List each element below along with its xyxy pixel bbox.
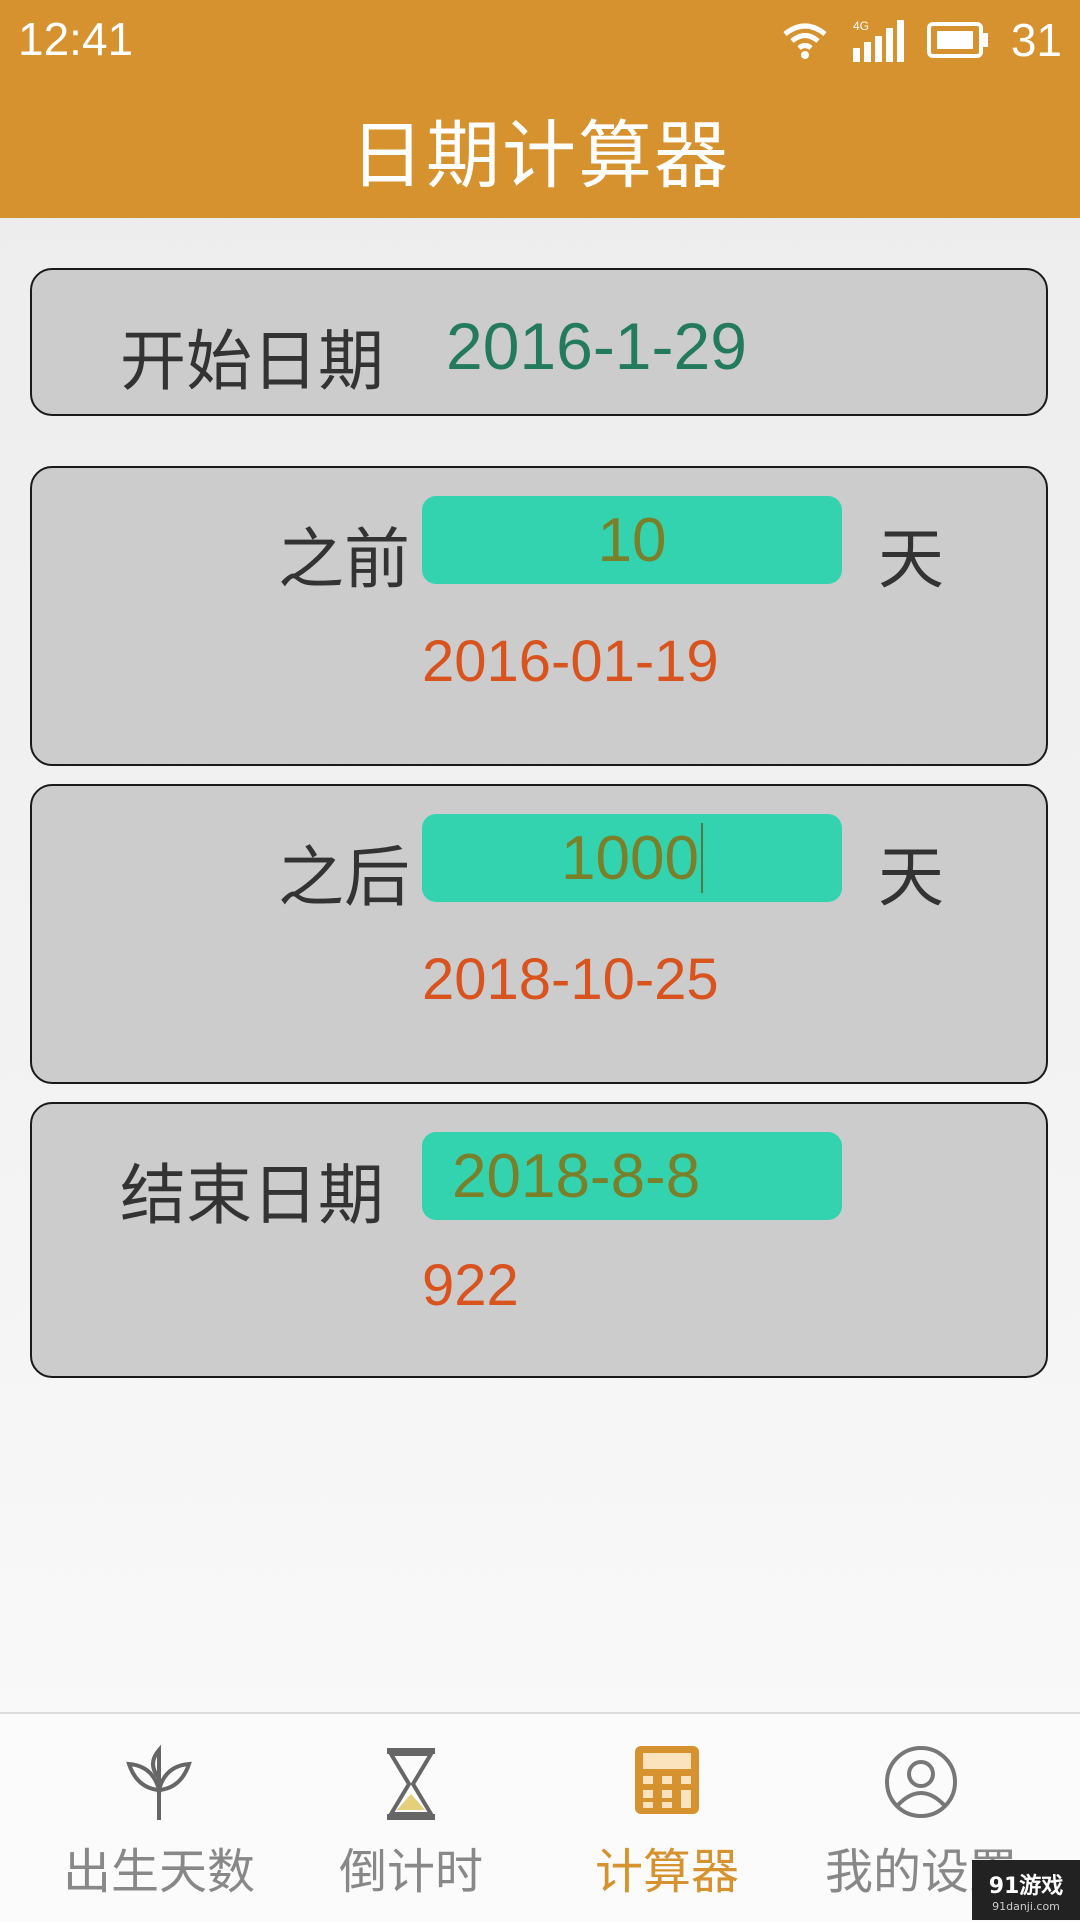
wifi-icon bbox=[783, 23, 827, 59]
days-before-card: 之前 10 天 2016-01-19 bbox=[30, 466, 1048, 766]
signal-4g-icon: 4G bbox=[852, 19, 904, 62]
network-type-label: 4G bbox=[853, 19, 869, 33]
days-after-card: 之后 1000 天 2018-10-25 bbox=[30, 784, 1048, 1084]
days-before-value: 10 bbox=[597, 505, 667, 575]
watermark-url: 91danji.com bbox=[992, 1899, 1060, 1913]
battery-icon bbox=[926, 22, 988, 58]
user-icon bbox=[885, 1746, 957, 1818]
end-date-value: 2018-8-8 bbox=[452, 1141, 701, 1211]
tab-label: 倒计时 bbox=[338, 1844, 483, 1900]
text-caret bbox=[700, 823, 703, 893]
tab-label: 计算器 bbox=[594, 1844, 739, 1900]
hourglass-icon bbox=[387, 1748, 435, 1820]
tab-birth-days[interactable]: 出生天数 bbox=[24, 1714, 294, 1922]
end-date-label: 结束日期 bbox=[120, 1157, 384, 1234]
start-date-label: 开始日期 bbox=[120, 323, 384, 400]
tab-calculator[interactable]: 计算器 bbox=[532, 1714, 802, 1922]
start-date-value[interactable]: 2016-1-29 bbox=[446, 308, 747, 384]
bottom-tab-bar: 出生天数 倒计时 计算器 我的设置 bbox=[0, 1712, 1080, 1922]
days-after-input[interactable]: 1000 bbox=[422, 814, 842, 902]
sprout-icon bbox=[126, 1744, 192, 1820]
page-title: 日期计算器 bbox=[350, 113, 730, 199]
status-icons: 4G 31 bbox=[781, 12, 1062, 68]
start-date-card: 开始日期 2016-1-29 bbox=[30, 268, 1048, 416]
before-result-date: 2016-01-19 bbox=[422, 629, 719, 694]
after-unit-label: 天 bbox=[878, 839, 944, 916]
status-time: 12:41 bbox=[18, 13, 134, 65]
watermark-text: 91游戏 bbox=[988, 1873, 1064, 1899]
tab-countdown[interactable]: 倒计时 bbox=[276, 1714, 546, 1922]
days-before-input[interactable]: 10 bbox=[422, 496, 842, 584]
before-label: 之前 bbox=[278, 521, 410, 598]
battery-level: 31 bbox=[1010, 14, 1062, 66]
end-date-card: 结束日期 2018-8-8 922 bbox=[30, 1102, 1048, 1378]
before-unit-label: 天 bbox=[878, 521, 944, 598]
days-between-result: 922 bbox=[422, 1253, 519, 1318]
end-date-input[interactable]: 2018-8-8 bbox=[422, 1132, 842, 1220]
app-bar: 12:41 4G 31 日期计算器 bbox=[0, 0, 1080, 218]
tab-label: 出生天数 bbox=[62, 1844, 255, 1900]
after-label: 之后 bbox=[278, 839, 410, 916]
watermark-logo: 91游戏 91danji.com bbox=[972, 1860, 1080, 1920]
after-result-date: 2018-10-25 bbox=[422, 947, 719, 1012]
days-after-value: 1000 bbox=[561, 823, 699, 893]
calculator-icon bbox=[635, 1746, 699, 1814]
